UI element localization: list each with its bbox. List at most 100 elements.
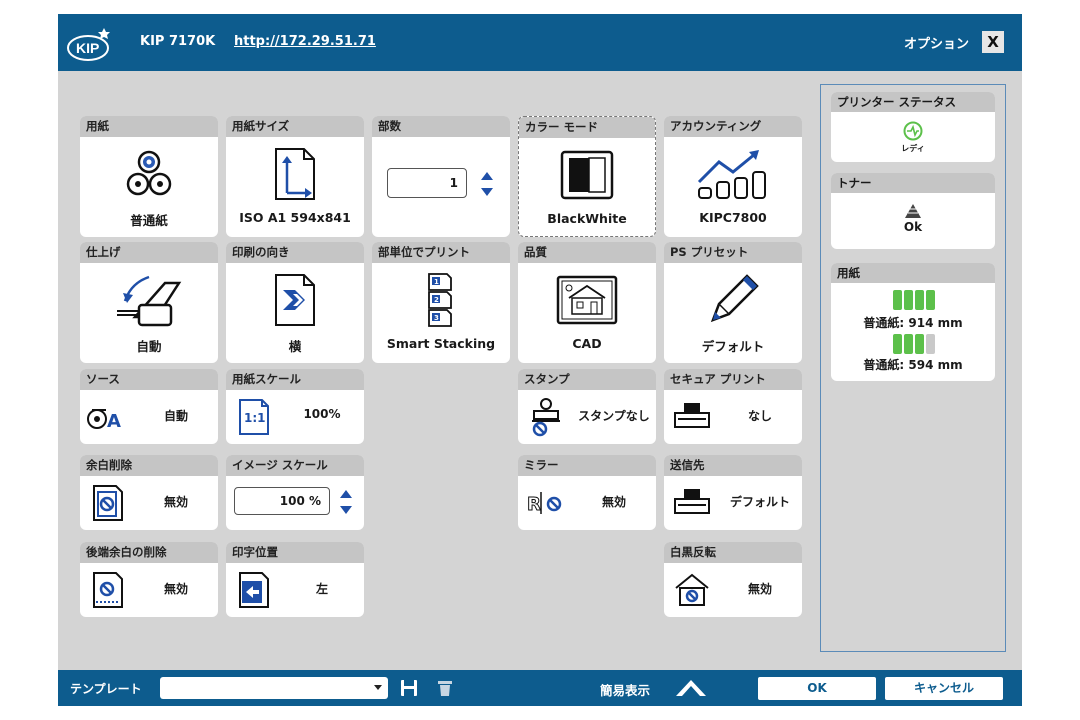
close-button[interactable]: X [982, 31, 1004, 53]
title-bar: KIP KIP 7170K http://172.29.51.71 オプション … [58, 14, 1022, 71]
tile-collate[interactable]: 部単位でプリント 1 2 3 Smart Stacking [372, 242, 510, 363]
tile-value: 無効 [163, 495, 188, 509]
tile-title: イメージ スケール [226, 455, 364, 476]
options-menu[interactable]: オプション [904, 33, 969, 52]
copies-input[interactable]: 1 [387, 168, 467, 198]
image-scale-stepper[interactable] [338, 486, 354, 518]
tile-margin-removal[interactable]: 余白削除 無効 [80, 455, 218, 530]
paper-level-bar [893, 290, 902, 310]
tile-value: ISO A1 594x841 [239, 210, 351, 225]
toner-title: トナー [831, 173, 995, 193]
svg-text:1: 1 [434, 278, 439, 286]
tile-title: セキュア プリント [664, 369, 802, 390]
tile-title: スタンプ [518, 369, 656, 390]
toner-icon [905, 204, 921, 218]
paper-level-bars [893, 334, 935, 354]
tile-value: 横 [288, 339, 302, 354]
tile-invert[interactable]: 白黒反転 無効 [664, 542, 802, 617]
tile-color-mode[interactable]: カラー モード BlackWhite [518, 116, 656, 237]
tile-value: Smart Stacking [386, 336, 496, 351]
tile-value: 100% [303, 407, 341, 421]
save-icon[interactable] [400, 679, 418, 697]
ok-button[interactable]: OK [758, 677, 876, 700]
tile-finishing[interactable]: 仕上げ 自動 [80, 242, 218, 363]
tile-title: 用紙サイズ [226, 116, 364, 137]
tile-title: 印字位置 [226, 542, 364, 563]
document-dimension-icon [275, 148, 315, 200]
print-settings-window: KIP KIP 7170K http://172.29.51.71 オプション … [58, 14, 1022, 706]
paper-source-icon: A [87, 409, 121, 432]
svg-text:2: 2 [434, 296, 439, 304]
tile-title: 白黒反転 [664, 542, 802, 563]
paper-level-bar [904, 290, 913, 310]
tile-copies[interactable]: 部数 1 [372, 116, 510, 237]
tile-title: アカウンティング [664, 116, 802, 137]
invert-house-icon [675, 573, 709, 606]
chevron-up-icon[interactable] [674, 676, 708, 700]
align-left-icon [239, 572, 269, 608]
stamp-icon [532, 398, 560, 437]
margin-removal-icon [93, 485, 123, 521]
tile-value: 無効 [163, 582, 188, 596]
tile-value: 無効 [601, 495, 626, 509]
image-scale-input[interactable]: 100 % [234, 487, 330, 515]
tile-title: 用紙 [80, 116, 218, 137]
tile-ps-preset[interactable]: PS プリセット デフォルト [664, 242, 802, 363]
copies-stepper[interactable] [479, 168, 495, 200]
stacked-pages-icon: 1 2 3 [428, 273, 452, 327]
svg-text:A: A [107, 411, 121, 432]
tile-quality[interactable]: 品質 CAD [518, 242, 656, 363]
tile-image-scale[interactable]: イメージ スケール 100 % [226, 455, 364, 530]
tile-paper-scale[interactable]: 用紙スケール 1:1 100% [226, 369, 364, 444]
tile-title: 仕上げ [80, 242, 218, 263]
tile-mirror[interactable]: ミラー R 無効 [518, 455, 656, 530]
tile-value: 普通紙 [130, 213, 168, 228]
cad-drawing-icon [556, 275, 618, 325]
kip-logo: KIP [67, 28, 110, 61]
tile-title: PS プリセット [664, 242, 802, 263]
tile-value: デフォルト [729, 495, 790, 509]
toner-state: Ok [903, 220, 923, 234]
tile-accounting[interactable]: アカウンティング KIPC7800 [664, 116, 802, 237]
printer-url-link[interactable]: http://172.29.51.71 [234, 34, 376, 49]
tile-value: BlackWhite [547, 211, 627, 226]
tile-print-position[interactable]: 印字位置 左 [226, 542, 364, 617]
simple-view-label[interactable]: 簡易表示 [600, 680, 650, 699]
paper-level-bar [915, 334, 924, 354]
template-select[interactable] [160, 677, 388, 699]
toner-card: トナー Ok [831, 173, 995, 249]
tile-paper-size[interactable]: 用紙サイズ ISO A1 594x841 [226, 116, 364, 237]
tile-title: ミラー [518, 455, 656, 476]
tile-trailing-margin[interactable]: 後端余白の削除 無効 [80, 542, 218, 617]
tile-paper[interactable]: 用紙 普通紙 [80, 116, 218, 237]
printer-status-card: プリンター ステータス レディ [831, 92, 995, 162]
paper-level-bars [893, 290, 935, 310]
tile-secure-print[interactable]: セキュア プリント なし [664, 369, 802, 444]
paper-level-bar [915, 290, 924, 310]
tile-destination[interactable]: 送信先 デフォルト [664, 455, 802, 530]
tile-value: 自動 [136, 339, 162, 354]
tile-title: 部数 [372, 116, 510, 137]
tile-stamp[interactable]: スタンプ スタンプなし [518, 369, 656, 444]
template-label: テンプレート [70, 682, 142, 696]
paper-status-title: 用紙 [831, 263, 995, 283]
trash-icon[interactable] [436, 679, 454, 697]
paper-roll-label: 普通紙: 914 mm [863, 316, 963, 330]
tile-title: 送信先 [664, 455, 802, 476]
paper-level-bar [926, 290, 935, 310]
cancel-button[interactable]: キャンセル [885, 677, 1003, 700]
tile-value: なし [747, 409, 772, 423]
tile-title: カラー モード [519, 117, 655, 138]
printer-model: KIP 7170K [140, 34, 216, 49]
tile-value: 自動 [163, 409, 188, 423]
landscape-orientation-icon [275, 274, 315, 326]
tile-title: 後端余白の削除 [80, 542, 218, 563]
ready-icon [903, 121, 923, 141]
tile-value: CAD [572, 336, 602, 351]
chart-trend-icon [697, 150, 766, 199]
tile-value: KIPC7800 [699, 210, 767, 225]
tile-source[interactable]: ソース A 自動 [80, 369, 218, 444]
tile-orientation[interactable]: 印刷の向き 横 [226, 242, 364, 363]
tile-title: 部単位でプリント [372, 242, 510, 263]
mirror-icon: R [527, 492, 562, 516]
